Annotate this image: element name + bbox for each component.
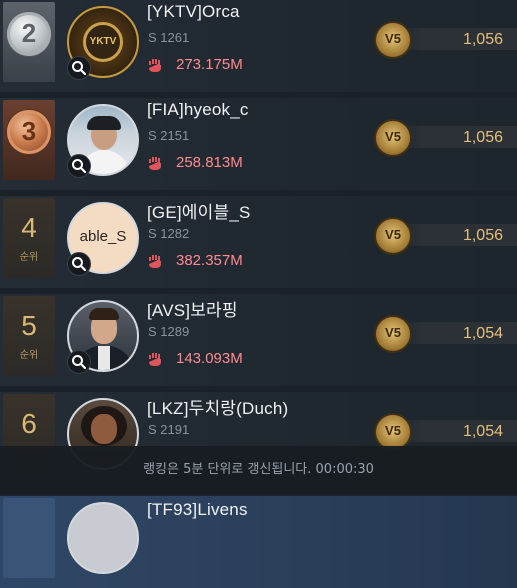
guild-logo-text: YKTV: [83, 22, 123, 62]
rank-badge: 5 순위: [3, 296, 55, 376]
rank-badge: 2: [3, 2, 55, 82]
magnifier-icon[interactable]: [67, 56, 91, 80]
fist-power-icon: [149, 353, 161, 366]
rank-badge: 3: [3, 100, 55, 180]
player-name: [YKTV]Orca: [147, 2, 240, 21]
power-value: 273.175M: [176, 56, 243, 73]
fist-power-icon: [149, 157, 161, 170]
v5-wings-emblem-icon: V5: [374, 119, 412, 157]
emblem-text: V5: [385, 31, 401, 46]
fist-power-icon: [149, 255, 161, 268]
server-rank: S 1261: [148, 30, 190, 45]
ranking-row-5[interactable]: 5 순위 [AVS]보라핑 S 1289 143.093M V5 1,054: [0, 294, 517, 386]
score-value: 1,056: [462, 31, 503, 48]
refresh-notice: 랭킹은 5분 단위로 갱신됩니다. 00:00:30: [0, 446, 517, 494]
emblem-text: V5: [385, 325, 401, 340]
fist-power-icon: [149, 59, 161, 72]
avatar[interactable]: [67, 502, 139, 574]
emblem-text: V5: [385, 129, 401, 144]
rank-number: 6: [21, 408, 37, 439]
score-value: 1,054: [462, 325, 503, 342]
ranking-row-4[interactable]: 4 순위 able_S [GE]에이블_S S 1282 382.357M V5…: [0, 196, 517, 288]
power-value: 143.093M: [176, 350, 243, 367]
rank-badge: [3, 498, 55, 578]
score-value: 1,056: [462, 129, 503, 146]
emblem-text: V5: [385, 227, 401, 242]
server-rank: S 2191: [148, 422, 190, 437]
ranking-row-3[interactable]: 3 [FIA]hyeok_c S 2151 258.813M V5 1,056: [0, 98, 517, 190]
magnifier-icon[interactable]: [67, 252, 91, 276]
v5-wings-emblem-icon: V5: [374, 315, 412, 353]
avatar-text: able_S: [79, 228, 127, 245]
emblem-text: V5: [385, 423, 401, 438]
rank-number: 3: [21, 116, 37, 146]
power-value: 258.813M: [176, 154, 243, 171]
server-rank: S 1289: [148, 324, 190, 339]
rank-badge: 4 순위: [3, 198, 55, 278]
rank-number: 5: [21, 310, 37, 341]
my-ranking-row[interactable]: [TF93]Livens: [0, 496, 517, 588]
rank-number: 2: [21, 18, 37, 48]
rank-number: 4: [21, 212, 37, 243]
magnifier-icon[interactable]: [67, 154, 91, 178]
v5-wings-emblem-icon: V5: [374, 21, 412, 59]
bronze-medal-icon: 3: [7, 110, 51, 154]
ranking-row-2[interactable]: 2 YKTV [YKTV]Orca S 1261 273.175M V5 1,0…: [0, 0, 517, 92]
score-value: 1,056: [462, 227, 503, 244]
v5-wings-emblem-icon: V5: [374, 217, 412, 255]
server-rank: S 2151: [148, 128, 190, 143]
player-name: [LKZ]두치랑(Duch): [147, 399, 289, 418]
player-name: [AVS]보라핑: [147, 301, 238, 320]
player-name: [TF93]Livens: [147, 500, 248, 519]
player-name: [FIA]hyeok_c: [147, 100, 249, 119]
rank-label: 순위: [19, 350, 39, 361]
power-value: 382.357M: [176, 252, 243, 269]
magnifier-icon[interactable]: [67, 350, 91, 374]
rank-label: 순위: [19, 252, 39, 263]
score-value: 1,054: [462, 423, 503, 440]
server-rank: S 1282: [148, 226, 190, 241]
player-name: [GE]에이블_S: [147, 203, 251, 222]
silver-medal-icon: 2: [7, 12, 51, 56]
